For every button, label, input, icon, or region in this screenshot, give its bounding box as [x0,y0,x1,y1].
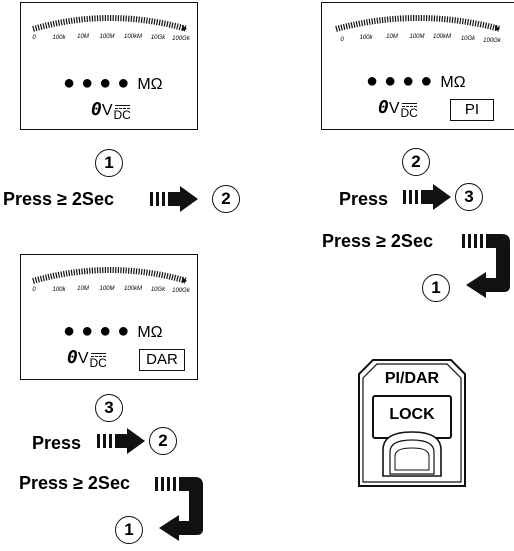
press-label: Press [32,433,82,453]
scale-label: 10M [77,34,89,40]
dc-indicator: DC [114,104,131,121]
voltage-digit: 0 [67,347,78,368]
return-arrow-icon [155,477,203,541]
scale-label: 100Gk [483,38,501,44]
lock-label: LOCK [389,406,435,423]
step-number-1: 1 [95,149,123,177]
scale-label: 0 [340,37,344,43]
scale-label: 100kM [123,286,143,292]
voltage-unit: V [388,100,400,117]
arrow-right-icon [403,184,451,210]
scale-label: 100k [52,287,66,293]
target-step-number: 1 [115,516,143,544]
target-step-number: 3 [455,183,483,211]
press-instruction: Press [339,189,388,210]
hold-instruction: Press ≥ 2Sec [19,473,130,494]
scale-label: 100kM [432,34,452,40]
scale-label: 100Gk [172,36,190,42]
dc-indicator: DC [401,102,418,119]
scale-label: 100M [99,34,115,40]
scale-label: 100kM [123,34,143,40]
lcd-display-panel-2: 0 100k 10M 100M 100kM 10Gk 100Gk ●●●● MΩ … [321,2,514,130]
pi-dar-lock-button[interactable]: PI/DAR LOCK [357,358,467,488]
dc-indicator: DC [90,352,107,369]
resistance-readout: ●●●● MΩ [63,72,163,94]
voltage-unit: V [101,102,113,119]
arrow-right-icon [150,186,198,212]
target-step-number: 2 [212,185,240,213]
scale-label: 100k [52,35,66,41]
megaohm-unit: MΩ [137,324,163,341]
hold-label: Press ≥ 2Sec [19,473,130,493]
mode-box-pi: PI [450,99,494,121]
scale-label: 100k [359,35,373,41]
press-instruction: Press ≥ 2Sec [3,189,114,210]
scale-label: 100Gk [172,288,190,294]
voltage-unit: V [77,350,89,367]
press-label: Press [339,189,389,209]
resistance-readout: ●●●● MΩ [366,70,466,92]
scale-label: 10Gk [460,36,476,42]
megaohm-unit: MΩ [440,74,466,91]
mode-box-dar: DAR [139,349,185,371]
scale-label: 10M [77,286,89,292]
press-instruction: Press [32,433,81,454]
voltage-readout: 0V DC [378,97,418,120]
scale-label: 100M [409,34,425,40]
lcd-display-panel-1: 0 100k 10M 100M 100kM 10Gk 100Gk ●●●● MΩ … [20,2,198,130]
hold-label: Press ≥ 2Sec [322,231,433,251]
return-arrow-icon [462,234,510,298]
voltage-digit: 0 [91,99,102,120]
step-number-3: 3 [95,394,123,422]
voltage-readout: 0V DC [91,99,131,122]
hold-instruction: Press ≥ 2Sec [322,231,433,252]
scale-label: 100M [99,286,115,292]
resistance-readout: ●●●● MΩ [63,320,163,342]
scale-label: 0 [32,35,36,41]
step-number-2: 2 [402,148,430,176]
scale-label: 10Gk [150,35,166,41]
scale-label: 10M [386,34,398,40]
target-step-number: 1 [422,274,450,302]
voltage-readout: 0V DC [67,347,107,370]
scale-label: 10Gk [150,287,166,293]
arrow-right-icon [97,428,145,454]
voltage-digit: 0 [378,97,389,118]
scale-label: 0 [32,287,36,293]
target-step-number: 2 [149,427,177,455]
pi-dar-label: PI/DAR [384,370,440,387]
press-label: Press ≥ 2Sec [3,189,114,209]
lcd-display-panel-3: 0 100k 10M 100M 100kM 10Gk 100Gk ●●●● MΩ … [20,254,198,380]
megaohm-unit: MΩ [137,76,163,93]
